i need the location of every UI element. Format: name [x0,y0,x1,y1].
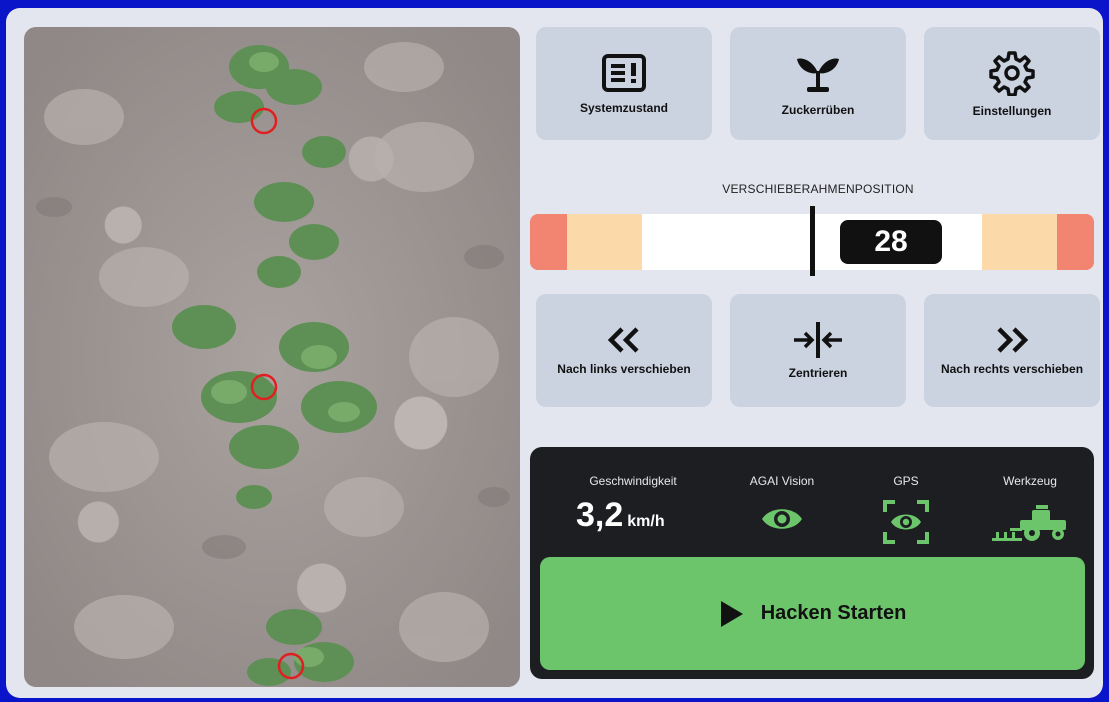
shift-left-button[interactable]: Nach links verschieben [536,294,712,407]
speed-value: 3,2 [576,496,624,534]
start-hoeing-button[interactable]: Hacken Starten [540,557,1085,670]
sugar-beet-button[interactable]: Zuckerrüben [730,27,906,140]
slider-zone-danger-left [530,214,567,270]
slider-zone-warning-left [567,214,642,270]
slider-zone-danger-right [1057,214,1094,270]
slider-title: VERSCHIEBERAHMENPOSITION [722,182,914,196]
detection-marker [250,107,278,135]
camera-view [24,27,520,687]
crop-row-image [36,42,510,686]
slider-zone-warning-right [982,214,1057,270]
speed-readout: 3,2 km/h [576,496,665,535]
sprout-icon [797,58,839,92]
center-button[interactable]: Zentrieren [730,294,906,407]
shift-left-label: Nach links verschieben [557,361,691,376]
center-label: Zentrieren [788,365,848,380]
gps-label: GPS [893,474,919,488]
gps-scan-eye-icon [883,500,929,544]
shift-right-button[interactable]: Nach rechts verschieben [924,294,1100,407]
vision-label: AGAI Vision [749,474,815,488]
settings-button[interactable]: Einstellungen [924,27,1100,140]
tool-label: Werkzeug [1003,474,1057,488]
speed-label: Geschwindigkeit [589,474,677,488]
tractor-tool-icon [992,505,1066,541]
shift-right-label: Nach rechts verschieben [940,361,1084,376]
center-arrows-icon [794,321,842,358]
speed-unit: km/h [627,513,665,530]
sugar-beet-label: Zuckerrüben [781,102,855,117]
play-icon [720,600,743,627]
settings-label: Einstellungen [972,103,1052,118]
double-chevron-right-icon [997,326,1029,353]
slider-center-marker [810,206,815,276]
system-status-label: Systemzustand [579,100,669,115]
status-board-icon [602,53,646,92]
start-hoeing-label: Hacken Starten [760,602,907,624]
slider-value: 28 [840,220,942,264]
vision-eye-icon [762,509,802,529]
system-status-button[interactable]: Systemzustand [536,27,712,140]
gear-icon [989,50,1035,96]
double-chevron-left-icon [607,326,639,353]
